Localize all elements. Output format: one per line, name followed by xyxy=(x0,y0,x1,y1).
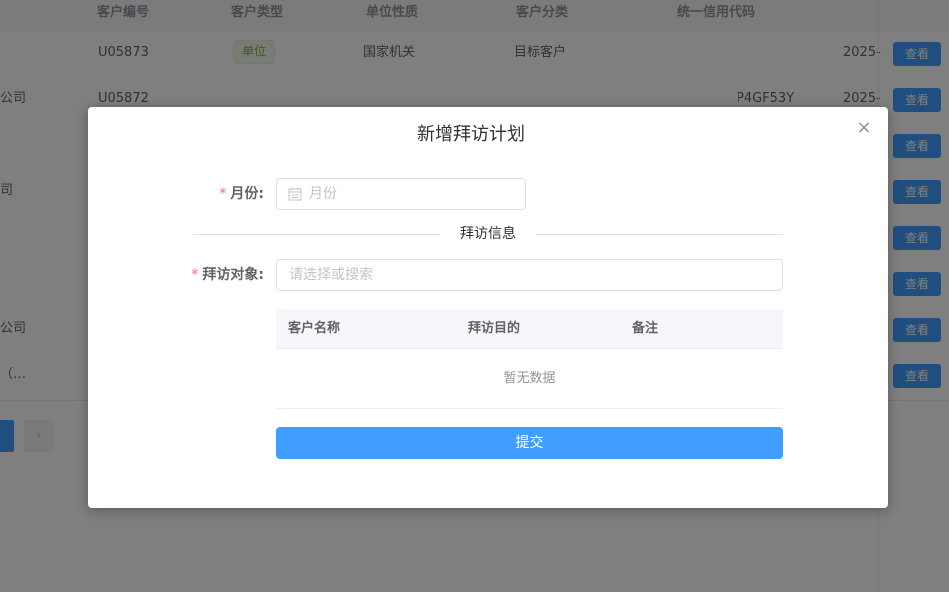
visit-target-label: * 拜访对象: xyxy=(178,259,264,291)
calendar-icon xyxy=(288,187,302,201)
visit-target-label-text: 拜访对象: xyxy=(202,267,264,283)
visit-target-select[interactable]: 请选择或搜索 xyxy=(276,259,783,291)
divider-line-left xyxy=(193,234,440,235)
required-mark: * xyxy=(191,267,199,283)
dialog-title: 新增拜访计划 xyxy=(417,124,525,145)
divider-line-right xyxy=(536,234,783,235)
submit-button[interactable]: 提交 xyxy=(276,427,783,459)
close-icon[interactable]: × xyxy=(854,119,874,139)
visit-table-header: 客户名称 拜访目的 备注 xyxy=(276,309,783,349)
empty-table-text: 暂无数据 xyxy=(276,349,783,409)
visit-target-placeholder: 请选择或搜索 xyxy=(289,267,373,283)
section-title: 拜访信息 xyxy=(440,224,536,244)
month-label-text: 月份: xyxy=(230,186,264,202)
visit-info-table: 客户名称 拜访目的 备注 暂无数据 xyxy=(276,309,783,409)
month-label: * 月份: xyxy=(188,178,264,210)
month-placeholder: 月份 xyxy=(309,186,337,202)
required-mark: * xyxy=(219,186,227,202)
month-picker[interactable]: 月份 xyxy=(276,178,526,210)
column-customer-name: 客户名称 xyxy=(288,321,341,336)
column-visit-purpose: 拜访目的 xyxy=(468,321,521,336)
column-remark: 备注 xyxy=(632,321,659,336)
add-visit-plan-dialog: 新增拜访计划 × * 月份: 月份 拜访信息 * 拜访对象: 请选择或搜索 客户名称… xyxy=(88,107,888,508)
